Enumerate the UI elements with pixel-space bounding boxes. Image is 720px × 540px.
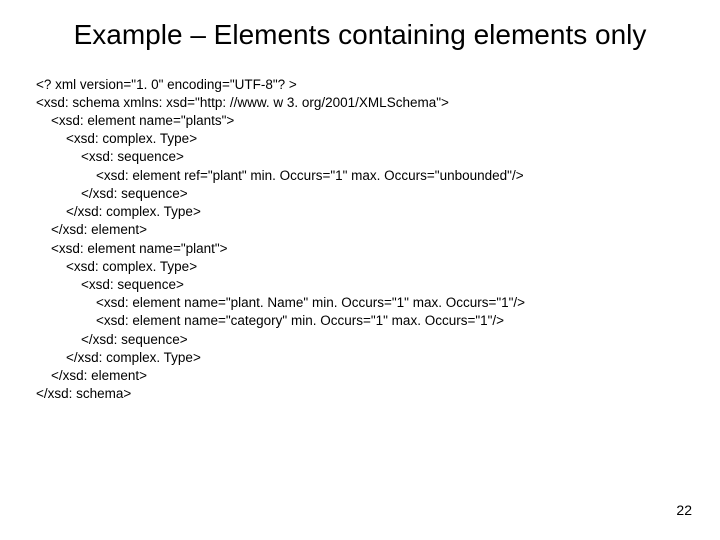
slide: Example – Elements containing elements o…	[0, 0, 720, 540]
code-block: <? xml version="1. 0" encoding="UTF-8"? …	[36, 76, 688, 404]
slide-title: Example – Elements containing elements o…	[32, 18, 688, 52]
page-number: 22	[676, 502, 692, 518]
